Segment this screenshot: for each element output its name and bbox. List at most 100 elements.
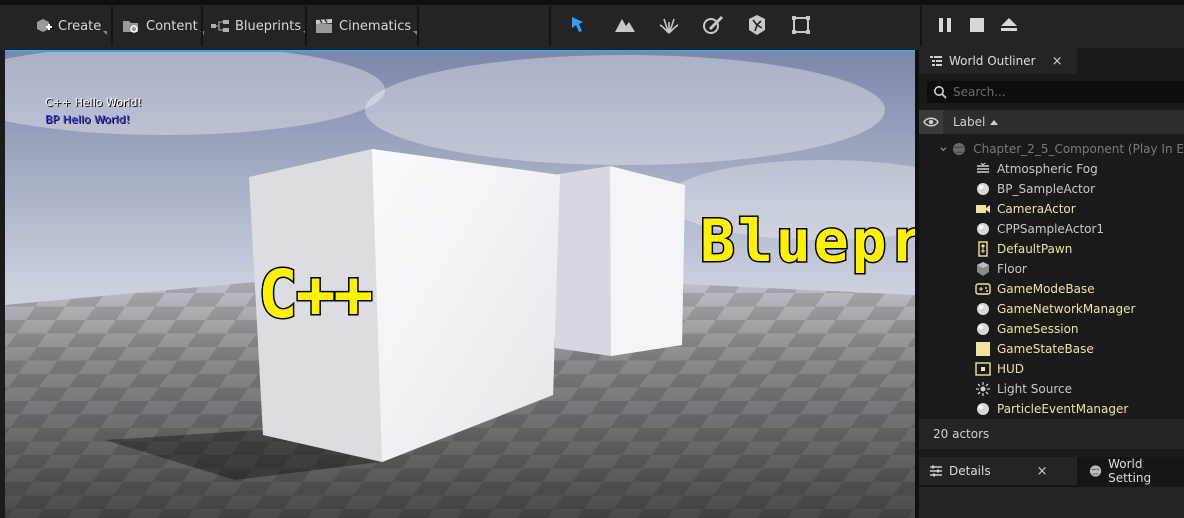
outliner-row-label: GameSession <box>997 322 1079 336</box>
outliner-row-label: CPPSampleActor1 <box>997 222 1105 236</box>
toolbar-separator <box>201 6 203 46</box>
tab-world-outliner[interactable]: World Outliner × <box>919 48 1077 74</box>
select-mode-icon[interactable] <box>569 14 591 36</box>
outliner-row[interactable]: DefaultPawn <box>919 239 1184 259</box>
viewport-scene <box>5 50 915 518</box>
brush-editing-mode-icon[interactable] <box>790 14 812 36</box>
tab-world-settings[interactable]: World Setting <box>1081 457 1184 485</box>
outliner-row[interactable]: GameNetworkManager <box>919 299 1184 319</box>
cinematics-label: Cinematics <box>339 18 412 34</box>
tab-details-label: Details <box>949 464 991 478</box>
tab-world-outliner-label: World Outliner <box>949 54 1036 68</box>
cube-icon <box>977 262 989 276</box>
outliner-row-label: GameStateBase <box>997 342 1094 356</box>
blueprints-button[interactable]: Blueprints <box>210 13 308 39</box>
tab-world-settings-label: World Setting <box>1108 457 1152 485</box>
chevron-down-icon[interactable] <box>940 144 947 154</box>
outliner-row[interactable]: Light Source <box>919 379 1184 399</box>
debug-message-cpp: C++ Hello World! <box>45 96 142 109</box>
root-world-label: Chapter_2_5_Component (Play In E <box>973 142 1184 156</box>
landscape-mode-icon[interactable] <box>614 14 636 36</box>
pawn-icon <box>978 241 988 257</box>
toolbar-separator <box>305 6 307 46</box>
cinematics-button[interactable]: Cinematics <box>314 13 418 39</box>
outliner-row[interactable]: HUD <box>919 359 1184 379</box>
outliner-row-label: ParticleEventManager <box>997 402 1129 416</box>
foliage-mode-icon[interactable] <box>658 14 680 36</box>
outliner-row[interactable]: CPPSampleActor1 <box>919 219 1184 239</box>
outliner-row[interactable]: GameStateBase <box>919 339 1184 359</box>
toolbar-separator <box>549 6 551 46</box>
outliner-row[interactable]: CameraActor <box>919 199 1184 219</box>
outliner-root-row[interactable]: Chapter_2_5_Component (Play In E <box>919 139 1184 159</box>
eject-icon[interactable] <box>999 15 1019 35</box>
fracture-mode-icon[interactable] <box>746 14 768 36</box>
mesh-paint-mode-icon[interactable] <box>702 14 724 36</box>
sun-icon <box>976 382 990 396</box>
fog-icon <box>977 162 989 173</box>
toolbar-separator <box>920 6 922 46</box>
blueprint-caption: Blueprint <box>698 207 915 275</box>
square-icon <box>976 342 990 356</box>
content-label: Content <box>146 18 198 34</box>
outliner-row-label: BP_SampleActor <box>997 182 1096 196</box>
pause-icon[interactable] <box>935 15 955 35</box>
hud-icon <box>975 362 991 376</box>
close-icon[interactable]: × <box>1052 54 1063 69</box>
create-label: Create <box>58 18 102 34</box>
globe-icon <box>1089 465 1102 477</box>
create-button[interactable]: Create <box>33 13 108 39</box>
content-button[interactable]: Content <box>121 13 204 39</box>
sort-ascending-icon[interactable] <box>990 119 999 125</box>
details-tab-strip: Details × World Setting <box>919 457 1184 487</box>
label-column-title: Label <box>953 115 986 129</box>
camera-icon <box>976 205 990 213</box>
outliner-column-header[interactable]: Label <box>919 110 1184 134</box>
actor-count-status: 20 actors <box>919 419 1184 449</box>
create-icon <box>37 19 52 32</box>
outliner-row-label: HUD <box>997 362 1025 376</box>
sphere-icon <box>977 183 989 195</box>
outliner-row[interactable]: BP_SampleActor <box>919 179 1184 199</box>
create-dropdown-icon <box>103 31 108 35</box>
stop-icon[interactable] <box>967 15 987 35</box>
sphere-icon <box>977 403 989 415</box>
details-panel-body <box>919 487 1184 518</box>
outliner-row[interactable]: GameSession <box>919 319 1184 339</box>
outliner-search-input[interactable]: Search... <box>927 81 1184 103</box>
blueprint-icon <box>211 20 229 32</box>
sphere-icon <box>977 303 989 315</box>
debug-message-bp: BP Hello World! <box>45 113 130 126</box>
outliner-row[interactable]: Atmospheric Fog <box>919 159 1184 179</box>
outliner-row[interactable]: Floor <box>919 259 1184 279</box>
toolbar-separator <box>111 6 113 46</box>
outliner-row-label: Atmospheric Fog <box>997 162 1098 176</box>
outliner-row-label: CameraActor <box>997 202 1076 216</box>
visibility-eye-icon[interactable] <box>919 110 943 134</box>
search-icon <box>934 86 947 99</box>
outliner-row-label: Light Source <box>997 382 1072 396</box>
blueprints-label: Blueprints <box>235 18 302 34</box>
clapperboard-icon <box>316 19 332 33</box>
viewport-active-border <box>5 50 915 52</box>
outliner-row-label: GameNetworkManager <box>997 302 1136 316</box>
search-placeholder: Search... <box>953 85 1006 99</box>
tab-details[interactable]: Details × <box>919 457 1077 485</box>
main-toolbar: Create Content Blueprints Cinematics <box>0 0 1184 50</box>
outliner-row[interactable]: ParticleEventManager <box>919 399 1184 419</box>
details-icon <box>930 465 942 477</box>
close-icon[interactable]: × <box>1037 464 1048 479</box>
outliner-row-label: GameModeBase <box>997 282 1095 296</box>
outliner-row-label: Floor <box>997 262 1027 276</box>
cpp-caption: C++ <box>256 256 374 333</box>
world-outliner-panel: World Outliner × Search... Label Chapter… <box>919 48 1184 457</box>
gamepad-icon <box>975 283 991 295</box>
outliner-row[interactable]: GameModeBase <box>919 279 1184 299</box>
level-viewport[interactable]: C++ Hello World! BP Hello World! C++ Blu… <box>5 50 915 518</box>
world-icon <box>953 143 966 155</box>
outliner-row-label: DefaultPawn <box>997 242 1073 256</box>
toolbar-separator <box>417 6 419 46</box>
outliner-icon <box>930 56 942 66</box>
sphere-icon <box>977 223 989 235</box>
sphere-icon <box>977 323 989 335</box>
